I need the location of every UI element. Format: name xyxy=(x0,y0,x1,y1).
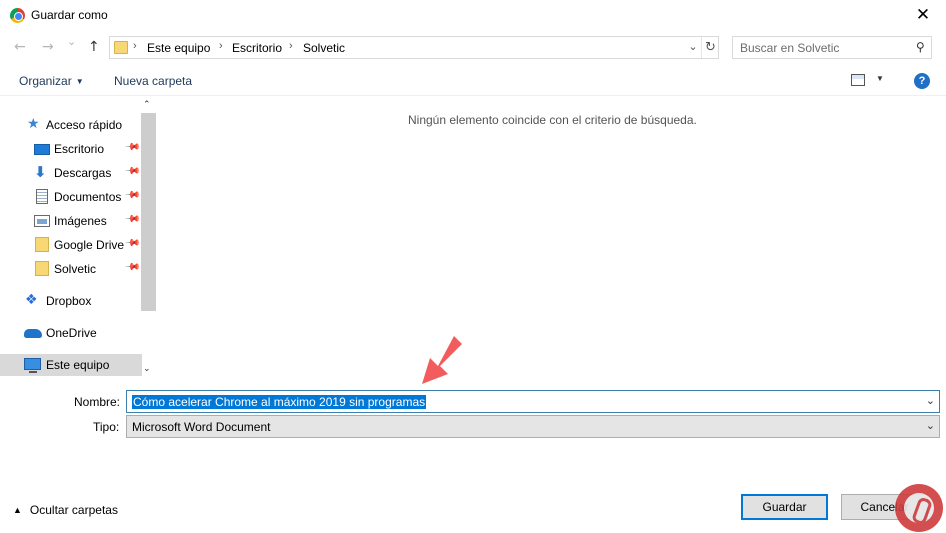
sidebar-item-google-drive[interactable]: Google Drive 📌 xyxy=(0,234,141,256)
organize-menu-button[interactable]: Organizar ▼ xyxy=(19,74,84,88)
scroll-down-button[interactable]: ⌄ xyxy=(143,363,151,374)
sidebar-item-label: Documentos xyxy=(54,190,122,204)
pin-icon: 📌 xyxy=(123,139,141,156)
file-name-value[interactable]: Cómo acelerar Chrome al máximo 2019 sin … xyxy=(132,395,427,409)
refresh-button[interactable]: ↻ xyxy=(701,37,719,58)
chrome-icon xyxy=(10,8,25,23)
annotation-arrow-icon xyxy=(422,336,462,384)
desktop-icon xyxy=(34,144,50,155)
sidebar-item-label: Google Drive xyxy=(54,238,125,252)
empty-folder-message: Ningún elemento coincide con el criterio… xyxy=(408,113,697,127)
hide-folders-button[interactable]: ▲ Ocultar carpetas xyxy=(13,503,118,517)
folder-icon xyxy=(35,261,49,276)
pictures-icon xyxy=(34,215,50,227)
caret-up-icon: ▲ xyxy=(13,505,22,515)
sidebar-item-label: Escritorio xyxy=(54,142,105,156)
view-dropdown-button[interactable]: ▼ xyxy=(876,74,884,83)
hide-folders-label: Ocultar carpetas xyxy=(29,503,118,517)
star-icon: ★ xyxy=(27,116,40,132)
sidebar-item-label: Descargas xyxy=(54,166,112,180)
computer-icon xyxy=(24,358,41,373)
window-title: Guardar como xyxy=(31,8,108,22)
navigation-bar: ← → ⌄ ↑ › Este equipo › Escritorio › Sol… xyxy=(0,31,946,65)
organize-label: Organizar xyxy=(19,74,72,88)
breadcrumb-separator[interactable]: › xyxy=(133,40,137,52)
sidebar-item-descargas[interactable]: ⬇ Descargas 📌 xyxy=(0,162,141,184)
search-icon[interactable]: ⚲ xyxy=(916,40,925,54)
search-placeholder: Buscar en Solvetic xyxy=(740,41,840,55)
documents-icon xyxy=(36,189,48,204)
sidebar-item-label: Solvetic xyxy=(54,262,97,276)
sidebar-item-label: Dropbox xyxy=(46,294,92,308)
sidebar-item-label: Este equipo xyxy=(46,358,110,372)
type-label: Tipo: xyxy=(93,420,120,434)
breadcrumb-este-equipo[interactable]: Este equipo xyxy=(147,41,210,55)
sidebar-item-label: Acceso rápido xyxy=(46,118,123,132)
chevron-down-icon[interactable]: ⌄ xyxy=(926,394,935,407)
sidebar-item-dropbox[interactable]: ❖ Dropbox xyxy=(0,290,140,312)
breadcrumb-separator[interactable]: › xyxy=(219,40,223,52)
onedrive-icon xyxy=(24,329,42,338)
sidebar-item-imagenes[interactable]: Imágenes 📌 xyxy=(0,210,141,232)
back-button[interactable]: ← xyxy=(14,39,26,55)
sidebar-item-documentos[interactable]: Documentos 📌 xyxy=(0,186,141,208)
up-button[interactable]: ↑ xyxy=(88,39,100,55)
name-label: Nombre: xyxy=(74,395,121,409)
save-button[interactable]: Guardar xyxy=(741,494,828,520)
sidebar-item-escritorio[interactable]: Escritorio 📌 xyxy=(0,138,141,160)
address-bar[interactable]: › Este equipo › Escritorio › Solvetic ⌄ … xyxy=(109,36,719,59)
new-folder-button[interactable]: Nueva carpeta xyxy=(114,74,192,88)
close-button[interactable]: ✕ xyxy=(900,0,946,31)
pin-icon: 📌 xyxy=(123,187,141,204)
caret-down-icon: ▼ xyxy=(75,77,84,86)
title-bar: Guardar como ✕ xyxy=(0,0,946,31)
address-dropdown-button[interactable]: ⌄ xyxy=(685,40,701,53)
pin-icon: 📌 xyxy=(123,211,141,228)
file-name-input[interactable]: Cómo acelerar Chrome al máximo 2019 sin … xyxy=(126,390,940,413)
navigation-pane: ⌃ ⌄ ★ Acceso rápido Escritorio 📌 ⬇ Desca… xyxy=(0,97,157,377)
sidebar-item-solvetic[interactable]: Solvetic 📌 xyxy=(0,258,141,280)
breadcrumb-separator[interactable]: › xyxy=(289,40,293,52)
breadcrumb-solvetic[interactable]: Solvetic xyxy=(303,41,345,55)
folder-icon xyxy=(35,237,49,252)
sidebar-item-label: Imágenes xyxy=(54,214,107,228)
sidebar-item-onedrive[interactable]: OneDrive xyxy=(0,322,140,344)
chevron-down-icon[interactable]: ⌄ xyxy=(926,419,935,432)
search-input[interactable]: Buscar en Solvetic ⚲ xyxy=(732,36,932,59)
download-icon: ⬇ xyxy=(34,163,47,181)
forward-button[interactable]: → xyxy=(42,39,54,55)
sidebar-item-acceso-rapido[interactable]: ★ Acceso rápido xyxy=(0,114,140,136)
view-options-icon[interactable] xyxy=(851,74,865,86)
help-icon[interactable]: ? xyxy=(914,73,930,89)
scrollbar-thumb[interactable] xyxy=(141,113,156,311)
pin-icon: 📌 xyxy=(123,259,141,276)
pin-icon: 📌 xyxy=(123,235,141,252)
breadcrumb-escritorio[interactable]: Escritorio xyxy=(232,41,282,55)
recent-locations-button[interactable]: ⌄ xyxy=(67,35,76,48)
command-toolbar: Organizar ▼ Nueva carpeta ▼ ? xyxy=(0,66,946,96)
file-type-select[interactable]: Microsoft Word Document ⌄ xyxy=(126,415,940,438)
folder-icon xyxy=(114,41,128,54)
file-type-value: Microsoft Word Document xyxy=(132,420,271,434)
dropbox-icon: ❖ xyxy=(25,292,38,308)
sidebar-item-este-equipo[interactable]: Este equipo xyxy=(0,354,142,376)
scroll-up-button[interactable]: ⌃ xyxy=(143,99,151,110)
sidebar-item-label: OneDrive xyxy=(46,326,97,340)
watermark-logo xyxy=(895,484,943,532)
pin-icon: 📌 xyxy=(123,163,141,180)
